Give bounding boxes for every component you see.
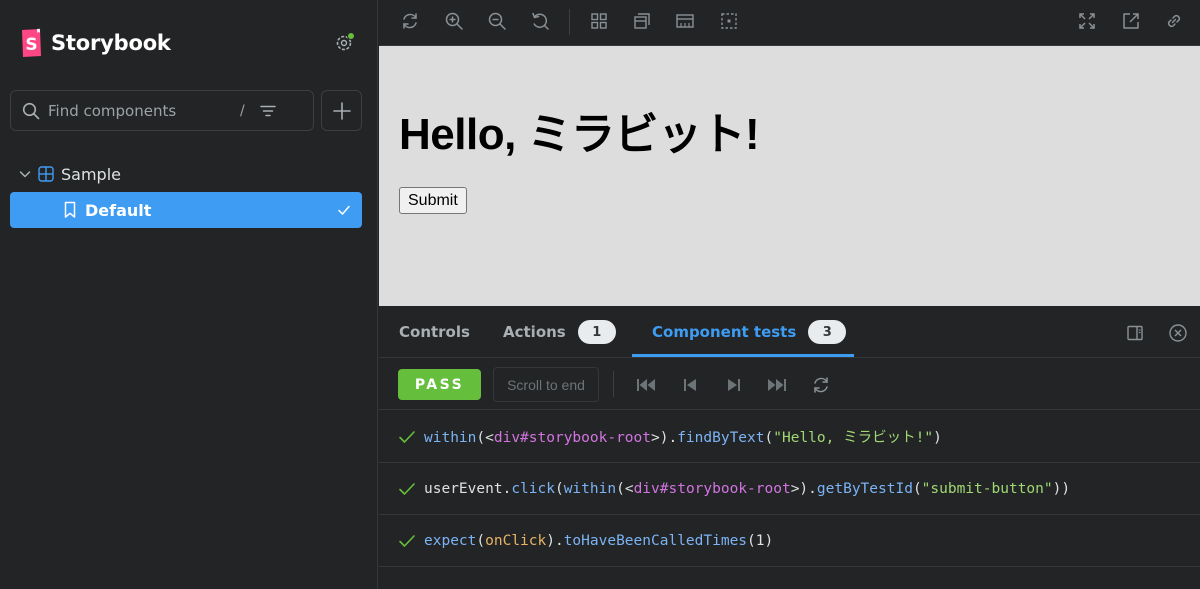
code-token: div#storybook-root xyxy=(493,430,651,446)
panel-orientation-icon[interactable] xyxy=(1125,323,1145,343)
test-controls-bar: PASS Scroll to end xyxy=(379,358,1200,410)
code-token: ( xyxy=(747,532,756,549)
code-token: 1 xyxy=(755,532,765,549)
code-token: >). xyxy=(790,480,817,497)
outline-icon[interactable] xyxy=(719,11,739,31)
code-token: "Hello, ミラビット!" xyxy=(773,430,934,446)
code-token: ( xyxy=(554,480,564,497)
copy-link-icon[interactable] xyxy=(1164,11,1184,31)
grid-icon[interactable] xyxy=(589,11,609,31)
active-tab-indicator xyxy=(632,354,854,357)
rerun-icon[interactable] xyxy=(811,375,831,395)
code-token: ( xyxy=(912,480,922,497)
interaction-code: userEvent.click(within(<div#storybook-ro… xyxy=(424,481,1070,497)
check-icon xyxy=(338,205,350,215)
preview-canvas: Hello, ミラビット! Submit xyxy=(379,46,1200,306)
close-panel-icon[interactable] xyxy=(1168,323,1188,343)
code-token: (< xyxy=(476,430,494,446)
tab-label: Actions xyxy=(503,323,566,341)
count-badge: 3 xyxy=(808,320,847,344)
submit-button[interactable]: Submit xyxy=(399,187,467,214)
tab-component-tests[interactable]: Component tests 3 xyxy=(652,306,847,358)
tree-group-sample[interactable]: Sample xyxy=(18,162,121,186)
filter-icon[interactable] xyxy=(259,102,277,120)
create-story-button[interactable] xyxy=(321,90,362,131)
tab-controls[interactable]: Controls xyxy=(399,306,470,358)
brand-name: Storybook xyxy=(51,31,171,55)
settings-button[interactable] xyxy=(330,30,358,56)
search-input[interactable] xyxy=(48,101,228,120)
tree-group-label: Sample xyxy=(61,164,121,184)
story-item-default[interactable]: Default xyxy=(10,192,362,228)
code-token: userEvent. xyxy=(424,480,512,497)
code-token: onClick xyxy=(485,532,547,549)
code-token: click xyxy=(511,480,555,497)
update-indicator xyxy=(347,32,355,40)
code-token: ( xyxy=(764,430,774,446)
interaction-code: within(<div#storybook-root>).findByText(… xyxy=(424,426,942,447)
component-icon xyxy=(38,166,54,182)
count-badge: 1 xyxy=(577,320,616,344)
story-item-label: Default xyxy=(85,200,152,220)
code-token: ) xyxy=(764,532,774,549)
chevron-down-icon xyxy=(19,171,31,178)
code-token: expect xyxy=(424,532,477,549)
reset-zoom-icon[interactable] xyxy=(530,11,550,31)
reload-icon[interactable] xyxy=(400,11,420,31)
code-token: (< xyxy=(616,480,634,497)
code-token: ( xyxy=(476,532,486,549)
zoom-in-icon[interactable] xyxy=(444,11,464,31)
interaction-row[interactable]: userEvent.click(within(<div#storybook-ro… xyxy=(379,463,1200,515)
code-token: getByTestId xyxy=(816,480,913,497)
preview-heading: Hello, ミラビット! xyxy=(399,110,760,159)
check-icon xyxy=(399,534,415,547)
interaction-code: expect(onClick).toHaveBeenCalledTimes(1) xyxy=(424,533,773,549)
fullscreen-icon[interactable] xyxy=(1077,11,1097,31)
tab-actions[interactable]: Actions 1 xyxy=(503,306,616,358)
code-token: ). xyxy=(546,532,564,549)
code-token: within xyxy=(424,430,477,446)
zoom-out-icon[interactable] xyxy=(487,11,507,31)
bookmark-icon xyxy=(64,201,76,218)
code-token: "submit-button" xyxy=(921,480,1053,497)
scroll-to-end-button[interactable]: Scroll to end xyxy=(493,367,599,402)
code-token: toHaveBeenCalledTimes xyxy=(563,532,748,549)
storybook-app: S Storybook / xyxy=(0,0,1200,589)
storybook-logo-icon: S xyxy=(22,28,41,57)
search-shortcut: / xyxy=(240,102,245,119)
code-token: findByText xyxy=(677,430,765,446)
status-badge: PASS xyxy=(398,369,481,400)
sidebar: S Storybook / xyxy=(0,0,378,589)
check-icon xyxy=(399,482,415,495)
code-token: )) xyxy=(1052,480,1071,497)
interaction-row[interactable]: within(<div#storybook-root>).findByText(… xyxy=(379,411,1200,463)
toolbar-divider xyxy=(569,9,570,35)
plus-icon xyxy=(332,101,351,120)
controls-divider xyxy=(613,371,614,397)
step-back-icon[interactable] xyxy=(680,375,700,395)
open-new-tab-icon[interactable] xyxy=(1121,11,1141,31)
addons-panel: Controls Actions 1 Component tests 3 PAS… xyxy=(379,306,1200,589)
tab-label: Component tests xyxy=(652,323,797,341)
interaction-row[interactable]: expect(onClick).toHaveBeenCalledTimes(1) xyxy=(379,515,1200,567)
search-box[interactable]: / xyxy=(10,90,314,131)
step-forward-icon[interactable] xyxy=(724,375,744,395)
code-token: div#storybook-root xyxy=(633,480,791,497)
search-icon xyxy=(22,102,40,119)
panel-tabs: Controls Actions 1 Component tests 3 xyxy=(379,306,1200,358)
preview-toolbar xyxy=(379,0,1200,46)
code-token: >). xyxy=(651,430,678,446)
svg-text:S: S xyxy=(25,35,37,55)
jump-end-icon[interactable] xyxy=(767,375,787,395)
code-token: ) xyxy=(933,430,942,446)
code-token: within xyxy=(563,480,617,497)
jump-start-icon[interactable] xyxy=(636,375,656,395)
viewport-icon[interactable] xyxy=(675,11,695,31)
brand[interactable]: S Storybook xyxy=(20,27,171,59)
check-icon xyxy=(399,430,415,443)
tab-label: Controls xyxy=(399,323,470,341)
background-icon[interactable] xyxy=(632,11,652,31)
